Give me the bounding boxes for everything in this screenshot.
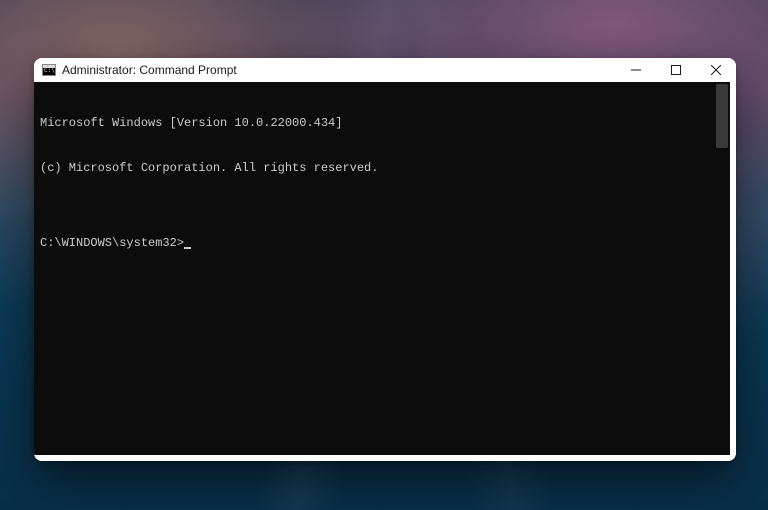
terminal-output-line: Microsoft Windows [Version 10.0.22000.43… xyxy=(40,116,724,131)
titlebar[interactable]: Administrator: Command Prompt xyxy=(34,58,736,82)
terminal-prompt: C:\WINDOWS\system32> xyxy=(40,236,184,251)
maximize-button[interactable] xyxy=(656,58,696,82)
terminal-prompt-row: C:\WINDOWS\system32> xyxy=(40,236,724,251)
minimize-button[interactable] xyxy=(616,58,656,82)
vertical-scrollbar[interactable] xyxy=(716,84,728,148)
cursor-icon xyxy=(184,247,191,249)
command-prompt-icon xyxy=(42,64,56,76)
window-title: Administrator: Command Prompt xyxy=(62,63,237,77)
terminal-client-area: Microsoft Windows [Version 10.0.22000.43… xyxy=(34,82,736,461)
command-prompt-window: Administrator: Command Prompt Microsoft … xyxy=(34,58,736,461)
titlebar-left: Administrator: Command Prompt xyxy=(34,63,616,77)
window-controls xyxy=(616,58,736,82)
terminal[interactable]: Microsoft Windows [Version 10.0.22000.43… xyxy=(34,82,730,455)
close-button[interactable] xyxy=(696,58,736,82)
terminal-output-line: (c) Microsoft Corporation. All rights re… xyxy=(40,161,724,176)
